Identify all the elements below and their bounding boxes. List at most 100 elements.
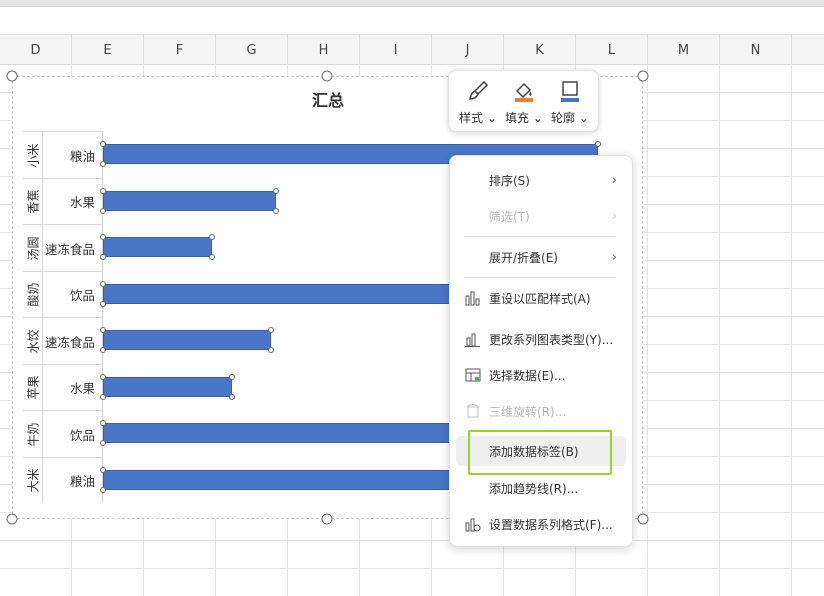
chart-title[interactable]: 汇总 (273, 87, 383, 111)
menu-item-expand-collapse[interactable]: 展开/折叠(E) › (456, 242, 626, 272)
menu-item-change-chart-type[interactable]: 更改系列图表类型(Y)... (456, 324, 626, 354)
chevron-right-icon: › (611, 208, 617, 224)
resize-handle-top-left[interactable] (6, 70, 18, 82)
bar-selection-handle (100, 440, 106, 447)
bar-6[interactable] (103, 376, 232, 397)
resize-handle-bottom-left[interactable] (6, 513, 18, 525)
inner-category-label: 水果 (69, 195, 95, 210)
category-group: 小米 粮油 (23, 131, 103, 178)
outer-category-label: 水饺 (23, 318, 43, 364)
bar-selection-handle (268, 347, 274, 354)
grid-line (0, 540, 824, 541)
inner-category-label: 水果 (69, 381, 95, 396)
bar-selection-handle (229, 373, 235, 380)
resize-handle-top-right[interactable] (637, 70, 649, 82)
bar-3[interactable] (103, 237, 212, 258)
bar-5[interactable] (103, 330, 271, 351)
3d-rotate-icon (466, 404, 480, 418)
outline-button[interactable]: 轮廓 ⌄ (548, 79, 592, 127)
highlight-box (468, 430, 612, 475)
column-header-f[interactable]: F (144, 35, 216, 65)
inner-category-label: 饮品 (69, 427, 95, 443)
menu-item-3d-rotation[interactable]: 三维旋转(R)... (456, 396, 626, 426)
menu-item-format-data-series[interactable]: 设置数据系列格式(F)... (456, 509, 626, 539)
grid-line (791, 65, 792, 596)
brush-icon (468, 80, 489, 100)
bar-selection-handle (100, 234, 106, 241)
bar-selection-handle (100, 347, 106, 354)
category-axis[interactable]: 小米 粮油 香蕉 水果 汤圆 速冻食品 酸奶 饮品 水饺 速冻食品 苹果 水果 (23, 131, 103, 503)
chart-type-icon (465, 333, 480, 347)
select-data-icon (465, 368, 481, 382)
spreadsheet-window: D E F G H I J K L M N 汇总 小米 粮油 香蕉 水果 汤圆 … (0, 0, 824, 596)
menu-item-reset-style[interactable]: 重设以匹配样式(A) (456, 283, 626, 313)
menu-item-select-data[interactable]: 选择数据(E)... (456, 360, 626, 390)
paint-bucket-icon (515, 82, 533, 102)
column-header-k[interactable]: K (504, 35, 576, 65)
style-label: 样式 ⌄ (459, 111, 497, 125)
outer-category-label: 汤圆 (23, 225, 43, 271)
column-header-n[interactable]: N (720, 35, 792, 65)
outer-category-label: 大米 (23, 458, 43, 503)
fill-label: 填充 ⌄ (505, 111, 543, 125)
resize-handle-top[interactable] (321, 70, 333, 82)
category-group: 苹果 水果 (23, 364, 103, 410)
fill-button[interactable]: 填充 ⌄ (502, 79, 546, 127)
inner-category-label: 速冻食品 (44, 241, 95, 257)
menu-item-sort[interactable]: 排序(S) › (456, 165, 626, 195)
column-header-row: D E F G H I J K L M N (0, 35, 824, 65)
category-group: 酸奶 饮品 (23, 271, 103, 317)
bar-2[interactable] (103, 190, 276, 211)
column-header-d[interactable]: D (0, 35, 72, 65)
column-header-m[interactable]: M (648, 35, 720, 65)
menu-separator (464, 277, 616, 278)
grid-line (719, 65, 720, 596)
category-group: 汤圆 速冻食品 (23, 224, 103, 271)
resize-handle-bottom[interactable] (321, 513, 333, 525)
reset-style-icon (465, 291, 480, 306)
resize-handle-bottom-right[interactable] (637, 513, 649, 525)
context-menu: 排序(S) › 筛选(T) › 展开/折叠(E) › 重设以匹配样式(A) 更改… (449, 155, 633, 547)
inner-category-label: 饮品 (69, 288, 95, 303)
column-header-h[interactable]: H (288, 35, 360, 65)
category-group: 大米 粮油 (23, 457, 103, 503)
menu-separator (464, 236, 616, 237)
column-header-o[interactable] (792, 35, 824, 65)
bar-selection-handle (100, 300, 106, 307)
bar-selection-handle (209, 254, 215, 261)
outer-category-label: 苹果 (23, 365, 43, 410)
bar-selection-handle (100, 393, 106, 400)
bar-selection-handle (100, 486, 106, 493)
bar-selection-handle (100, 420, 106, 427)
bar-selection-handle (268, 327, 274, 334)
bar-selection-handle (100, 327, 106, 334)
format-series-icon (465, 518, 481, 532)
bar-selection-handle (100, 254, 106, 261)
column-header-e[interactable]: E (72, 35, 144, 65)
inner-category-label: 速冻食品 (44, 334, 95, 350)
category-group: 水饺 速冻食品 (23, 317, 103, 364)
column-header-g[interactable]: G (216, 35, 288, 65)
bar-selection-handle (595, 141, 601, 148)
category-group: 牛奶 饮品 (23, 410, 103, 457)
bar-selection-handle (229, 393, 235, 400)
menu-item-add-trendline[interactable]: 添加趋势线(R)... (456, 473, 626, 503)
chart-format-toolbar: 样式 ⌄ 填充 ⌄ 轮廓 ⌄ (448, 70, 599, 132)
bar-selection-handle (100, 161, 106, 168)
bar-selection-handle (100, 466, 106, 473)
style-button[interactable]: 样式 ⌄ (456, 79, 500, 127)
outer-category-label: 香蕉 (23, 179, 43, 224)
bar-selection-handle (209, 234, 215, 241)
outer-category-label: 酸奶 (23, 272, 43, 317)
column-header-l[interactable]: L (576, 35, 648, 65)
bar-selection-handle (100, 373, 106, 380)
column-header-i[interactable]: I (360, 35, 432, 65)
bar-selection-handle (273, 187, 279, 194)
menu-item-filter[interactable]: 筛选(T) › (456, 201, 626, 231)
column-header-j[interactable]: J (432, 35, 504, 65)
bar-selection-handle (100, 141, 106, 148)
chevron-right-icon: › (611, 172, 617, 188)
chevron-right-icon: › (611, 249, 617, 265)
outline-label: 轮廓 ⌄ (551, 111, 589, 125)
formula-bar[interactable] (0, 7, 824, 35)
